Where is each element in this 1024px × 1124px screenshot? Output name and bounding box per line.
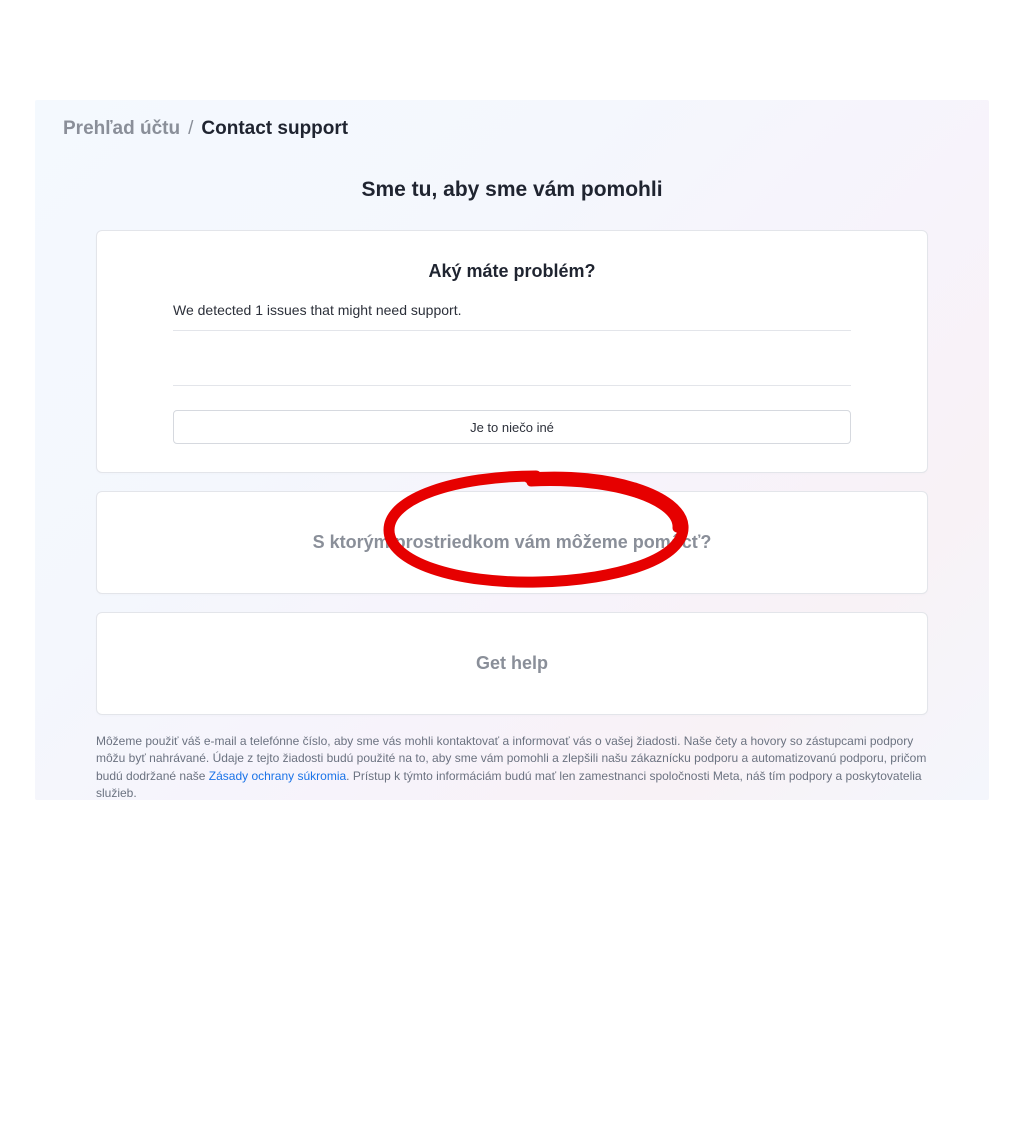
breadcrumb-separator: / [188, 118, 193, 140]
issue-card: Aký máte problém? We detected 1 issues t… [96, 230, 928, 473]
breadcrumb-current: Contact support [201, 118, 348, 140]
issue-card-heading: Aký máte problém? [113, 261, 911, 282]
page-title: Sme tu, aby sme vám pomohli [63, 178, 961, 202]
issue-row[interactable] [173, 331, 851, 386]
breadcrumb: Prehľad účtu / Contact support [63, 118, 961, 140]
privacy-policy-link[interactable]: Zásady ochrany súkromia [209, 769, 346, 783]
get-help-heading: Get help [113, 653, 911, 674]
get-help-card: Get help [96, 612, 928, 715]
breadcrumb-parent[interactable]: Prehľad účtu [63, 118, 180, 140]
issues-detected-text: We detected 1 issues that might need sup… [173, 302, 851, 324]
asset-card: S ktorým prostriedkom vám môžeme pomôcť? [96, 491, 928, 594]
issues-block: We detected 1 issues that might need sup… [173, 302, 851, 386]
privacy-disclaimer: Môžeme použiť váš e-mail a telefónne čís… [96, 733, 928, 803]
asset-card-heading: S ktorým prostriedkom vám môžeme pomôcť? [113, 532, 911, 553]
support-page: Prehľad účtu / Contact support Sme tu, a… [35, 100, 989, 800]
something-else-button[interactable]: Je to niečo iné [173, 410, 851, 444]
